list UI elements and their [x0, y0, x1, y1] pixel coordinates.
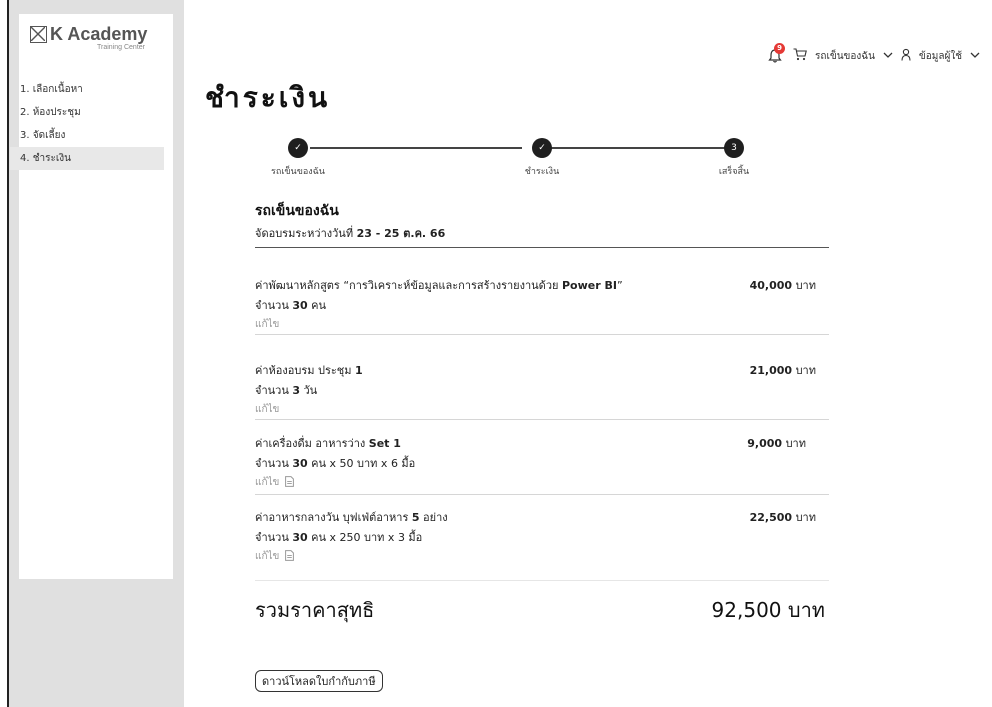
step-label-done: เสร็จสิ้น [718, 167, 750, 177]
step-number: 3 [724, 138, 744, 158]
document-icon[interactable] [285, 475, 295, 490]
step-connector [310, 147, 522, 149]
item-quantity: จำนวน 30 คน x 250 บาท x 3 มื้อ [255, 531, 423, 544]
step-check-icon: ✓ [532, 138, 552, 158]
cart-summary: รถเข็นของฉัน จัดอบรมระหว่างวันที่ 23 - 2… [255, 200, 835, 581]
item-price: 22,500 บาท [749, 511, 816, 524]
edit-link[interactable]: แก้ไข [255, 549, 279, 564]
total-row: รวมราคาสุทธิ 92,500 บาท [255, 594, 825, 626]
chevron-down-icon[interactable] [883, 51, 893, 62]
step-label-cart: รถเข็นของฉัน [271, 167, 325, 177]
item-price: 40,000 บาท [749, 279, 816, 292]
cart-item: ค่าเครื่องดื่ม อาหารว่าง Set 1 จำนวน 30 … [255, 420, 829, 495]
checkout-stepper: ✓ ✓ 3 รถเข็นของฉัน ชำระเงิน เสร็จสิ้น [245, 134, 805, 184]
profile-link[interactable]: ข้อมูลผู้ใช้ [919, 49, 962, 64]
item-name: ค่าห้องอบรม ประชุม 1 [255, 364, 363, 377]
step-label-payment: ชำระเงิน [524, 167, 560, 177]
item-name: ค่าเครื่องดื่ม อาหารว่าง Set 1 [255, 437, 401, 450]
sidebar-item-select-content[interactable]: 1. เลือกเนื้อหา [10, 78, 164, 101]
step-connector [550, 147, 728, 149]
notification-bell-icon[interactable]: 9 [767, 43, 786, 64]
item-name: ค่าพัฒนาหลักสูตร “การวิเคราะห์ข้อมูลและก… [255, 279, 623, 292]
notification-badge: 9 [774, 43, 786, 54]
item-name: ค่าอาหารกลางวัน บุฟเฟ่ต์อาหาร 5 อย่าง [255, 511, 448, 524]
cart-item: ค่าพัฒนาหลักสูตร “การวิเคราะห์ข้อมูลและก… [255, 248, 829, 335]
item-price: 9,000 บาท [747, 437, 806, 450]
item-price: 21,000 บาท [749, 364, 816, 377]
item-quantity: จำนวน 30 คน [255, 299, 327, 312]
download-tax-invoice-button[interactable]: ดาวน์โหลดใบกำกับภาษี [255, 670, 383, 692]
document-icon[interactable] [285, 549, 295, 564]
user-icon[interactable] [901, 48, 911, 64]
edit-link[interactable]: แก้ไข [255, 402, 279, 417]
logo-box-icon [30, 26, 47, 43]
cart-item: ค่าห้องอบรม ประชุม 1 จำนวน 3 วัน แก้ไข 2… [255, 335, 829, 420]
cart-icon[interactable] [793, 48, 807, 64]
total-label: รวมราคาสุทธิ [255, 598, 375, 622]
item-quantity: จำนวน 30 คน x 50 บาท x 6 มื้อ [255, 457, 416, 470]
cart-date-range: จัดอบรมระหว่างวันที่ 23 - 25 ต.ค. 66 [255, 224, 829, 248]
cart-title: รถเข็นของฉัน [255, 203, 339, 219]
sidebar-menu: 1. เลือกเนื้อหา 2. ห้องประชุม 3. จัดเลี้… [10, 78, 164, 170]
total-amount: 92,500 บาท [711, 598, 825, 622]
sidebar-item-meeting-room[interactable]: 2. ห้องประชุม [10, 101, 164, 124]
logo-name: K Academy [50, 24, 148, 44]
logo[interactable]: K Academy Training Center [30, 24, 150, 64]
step-check-icon: ✓ [288, 138, 308, 158]
item-quantity: จำนวน 3 วัน [255, 384, 318, 397]
cart-item: ค่าอาหารกลางวัน บุฟเฟ่ต์อาหาร 5 อย่าง จำ… [255, 495, 829, 581]
sidebar-item-catering[interactable]: 3. จัดเลี้ยง [10, 124, 164, 147]
page-title: ชำระเงิน [205, 81, 331, 114]
edit-link[interactable]: แก้ไข [255, 317, 279, 332]
edit-link[interactable]: แก้ไข [255, 475, 279, 490]
topbar: 9 รถเข็นของฉัน ข้อมูลผู้ใช้ [767, 43, 980, 64]
sidebar-item-payment[interactable]: 4. ชำระเงิน [10, 147, 164, 170]
cart-link[interactable]: รถเข็นของฉัน [815, 49, 875, 64]
chevron-down-icon[interactable] [970, 51, 980, 62]
logo-subtitle: Training Center [97, 44, 145, 51]
